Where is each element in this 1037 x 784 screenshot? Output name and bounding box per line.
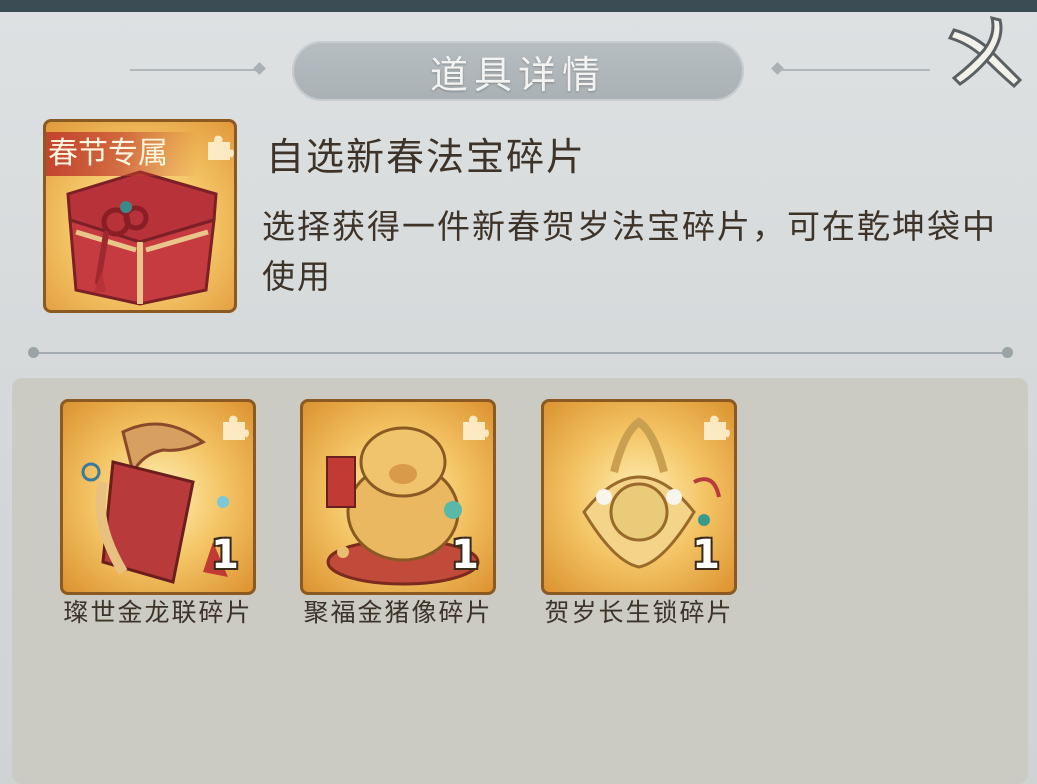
title-divider-left <box>130 69 260 71</box>
reward-name: 聚福金猪像碎片 <box>303 598 493 627</box>
item-name: 自选新春法宝碎片 <box>266 135 587 179</box>
title-divider-right <box>780 69 930 71</box>
reward-count: 1 <box>211 532 239 578</box>
divider-dot-right <box>1002 347 1013 358</box>
reward-item-longevity-lock[interactable]: 1 <box>541 399 737 595</box>
reward-item-dragon-scroll[interactable]: 1 <box>60 399 256 595</box>
reward-item-golden-pig[interactable]: 1 <box>300 399 496 595</box>
item-icon-frame: 春节专属 <box>43 119 237 313</box>
reward-count: 1 <box>451 532 479 578</box>
reward-count: 1 <box>692 532 720 578</box>
fragment-puzzle-icon <box>704 415 730 440</box>
festival-exclusive-badge: 春节专属 <box>46 132 198 176</box>
reward-name: 贺岁长生锁碎片 <box>544 598 734 627</box>
title-banner: 道具详情 <box>292 41 744 101</box>
top-border <box>0 0 1037 12</box>
close-button[interactable] <box>940 14 1026 94</box>
dialog-title: 道具详情 <box>429 52 606 97</box>
reward-name: 璨世金龙联碎片 <box>63 598 253 627</box>
fragment-puzzle-icon <box>223 415 249 440</box>
close-icon <box>947 15 1023 89</box>
fragment-puzzle-icon <box>463 415 489 440</box>
item-description: 选择获得一件新春贺岁法宝碎片，可在乾坤袋中使用 <box>262 207 997 296</box>
section-divider <box>32 352 1008 354</box>
fragment-puzzle-icon <box>208 135 234 160</box>
divider-dot-left <box>28 347 39 358</box>
